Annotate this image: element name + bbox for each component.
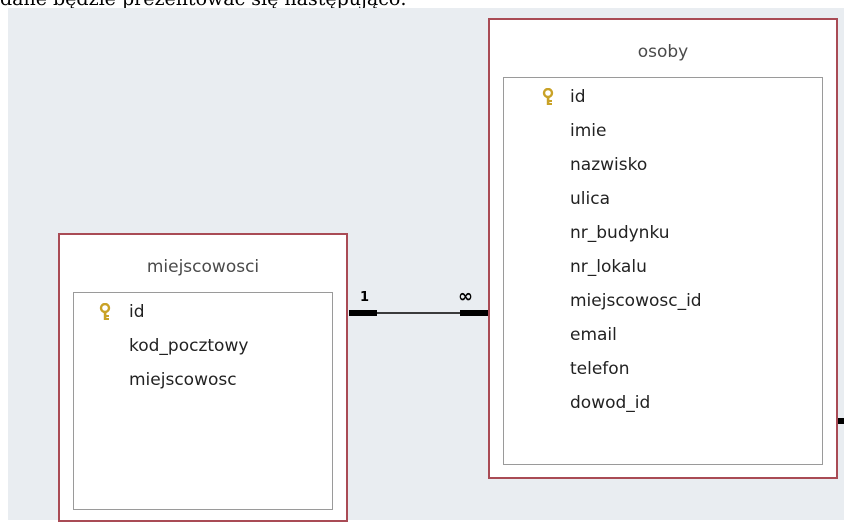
field-row[interactable]: telefon [504, 357, 822, 381]
field-row[interactable]: miejscowosc_id [504, 289, 822, 313]
field-name: miejscowosc_id [570, 291, 702, 311]
field-list-miejscowosci: id kod_pocztowy miejscowosc [73, 292, 333, 510]
field-name: miejscowosc [129, 370, 237, 390]
field-row[interactable]: nr_budynku [504, 221, 822, 245]
field-row[interactable]: nazwisko [504, 153, 822, 177]
primary-key-icon [98, 302, 112, 321]
field-list-osoby: id imie nazwisko ulica nr_budynku nr_lok… [503, 77, 823, 465]
table-title-miejscowosci: miejscowosci [146, 257, 260, 277]
relationship-many-label: ∞ [458, 286, 473, 307]
primary-key-icon [541, 87, 555, 106]
field-name: nr_lokalu [570, 257, 647, 277]
table-miejscowosci[interactable]: miejscowosci id kod_pocztowy miejscowosc [58, 233, 348, 522]
field-name: nr_budynku [570, 223, 670, 243]
field-row[interactable]: dowod_id [504, 391, 822, 415]
field-row[interactable]: miejscowosc [74, 368, 332, 392]
field-name: id [129, 302, 145, 322]
field-row[interactable]: ulica [504, 187, 822, 211]
field-name: nazwisko [570, 155, 648, 175]
field-name: kod_pocztowy [129, 336, 249, 356]
field-name: email [570, 325, 617, 345]
table-title-osoby: osoby [637, 42, 689, 62]
relationships-canvas: 1 ∞ miejscowosci id kod_pocztowy miejsco… [8, 8, 844, 522]
field-name: telefon [570, 359, 630, 379]
field-name: id [570, 87, 586, 107]
field-name: dowod_id [570, 393, 651, 413]
field-row[interactable]: id [504, 85, 822, 109]
field-row[interactable]: nr_lokalu [504, 255, 822, 279]
relationship-one-label: 1 [360, 290, 370, 305]
table-osoby[interactable]: osoby id imie nazwisko ulica nr_budynku … [488, 18, 838, 479]
field-row[interactable]: id [74, 300, 332, 324]
field-row[interactable]: email [504, 323, 822, 347]
field-name: ulica [570, 189, 610, 209]
field-row[interactable]: imie [504, 119, 822, 143]
field-name: imie [570, 121, 607, 141]
field-row[interactable]: kod_pocztowy [74, 334, 332, 358]
